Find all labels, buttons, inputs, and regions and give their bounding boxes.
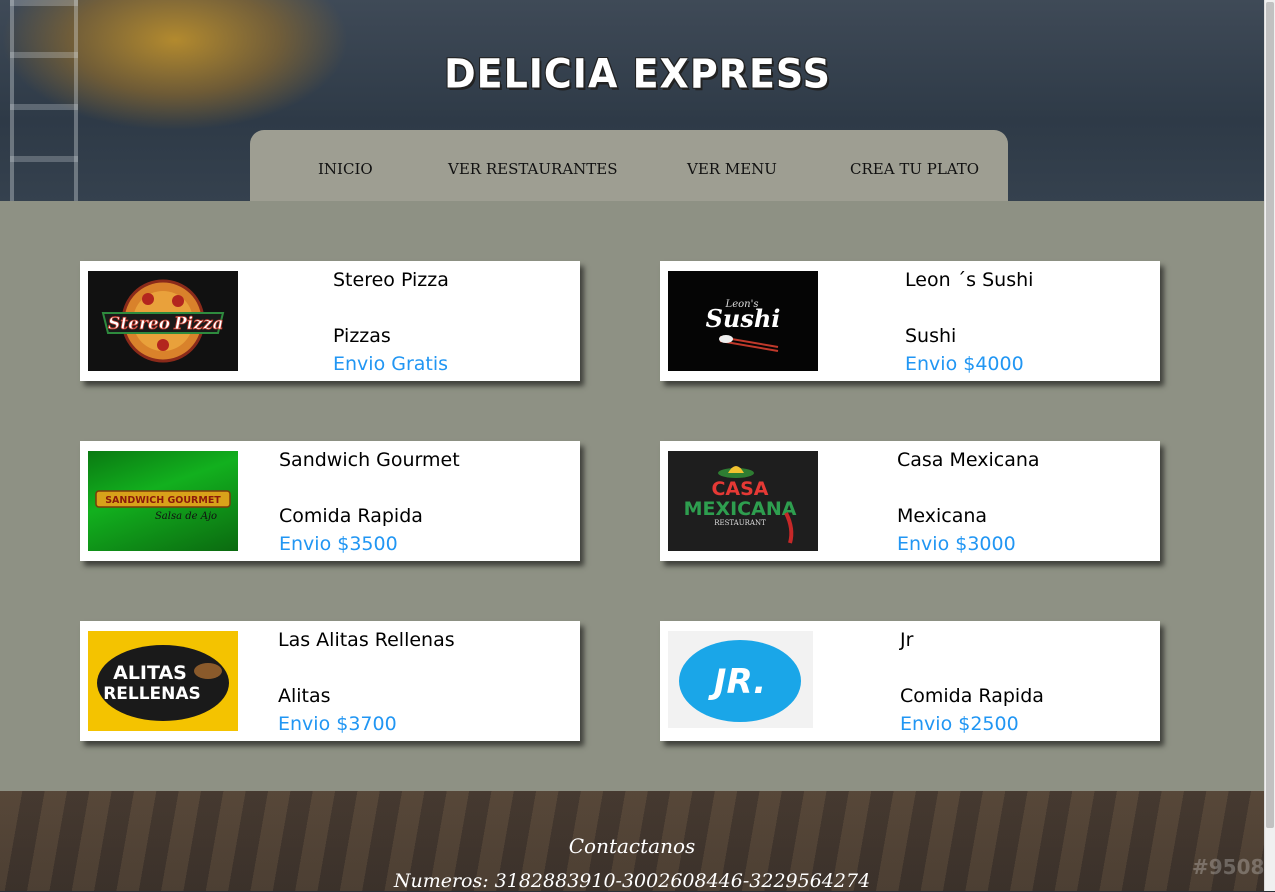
restaurant-card-leons-sushi[interactable]: Leon's Sushi Leon ´s Sushi Sushi Envio $… bbox=[660, 261, 1160, 381]
shipping-cost: Envio $3700 bbox=[278, 713, 397, 735]
casa-mexicana-logo: CASA MEXICANA RESTAURANT bbox=[668, 451, 818, 551]
svg-text:Sushi: Sushi bbox=[706, 304, 781, 333]
restaurant-card-casa-mexicana[interactable]: CASA MEXICANA RESTAURANT Casa Mexicana M… bbox=[660, 441, 1160, 561]
scrollbar-thumb[interactable] bbox=[1266, 2, 1274, 828]
restaurant-category: Sushi bbox=[905, 325, 957, 347]
nav-item-inicio[interactable]: INICIO bbox=[318, 160, 373, 178]
svg-text:CASA: CASA bbox=[711, 478, 768, 500]
svg-text:RESTAURANT: RESTAURANT bbox=[714, 519, 766, 527]
restaurant-name: Stereo Pizza bbox=[333, 269, 449, 291]
restaurant-category: Comida Rapida bbox=[900, 685, 1044, 707]
restaurant-name: Leon ´s Sushi bbox=[905, 269, 1034, 291]
shipping-cost: Envio Gratis bbox=[333, 353, 449, 375]
main-nav: INICIO VER RESTAURANTES VER MENU CREA TU… bbox=[250, 130, 1008, 201]
jr-logo: JR. bbox=[668, 631, 813, 728]
svg-text:SANDWICH GOURMET: SANDWICH GOURMET bbox=[105, 495, 221, 506]
restaurant-category: Pizzas bbox=[333, 325, 391, 347]
restaurant-category: Alitas bbox=[278, 685, 331, 707]
leons-sushi-logo: Leon's Sushi bbox=[668, 271, 818, 371]
restaurant-name: Las Alitas Rellenas bbox=[278, 629, 455, 651]
svg-text:Salsa de Ajo: Salsa de Ajo bbox=[155, 511, 217, 522]
shipping-cost: Envio $2500 bbox=[900, 713, 1019, 735]
restaurant-card-stereo-pizza[interactable]: Stereo Pizza Stereo Pizza Pizzas Envio G… bbox=[80, 261, 580, 381]
watermark: #9508 bbox=[1192, 855, 1265, 879]
restaurant-card-jr[interactable]: JR. Jr Comida Rapida Envio $2500 bbox=[660, 621, 1160, 741]
svg-text:JR.: JR. bbox=[708, 662, 766, 702]
restaurant-category: Comida Rapida bbox=[279, 505, 423, 527]
restaurant-name: Sandwich Gourmet bbox=[279, 449, 460, 471]
svg-text:ALITAS: ALITAS bbox=[113, 662, 187, 684]
restaurant-list: Stereo Pizza Stereo Pizza Pizzas Envio G… bbox=[0, 201, 1264, 791]
svg-text:Stereo: Stereo bbox=[108, 314, 170, 334]
restaurant-category: Mexicana bbox=[897, 505, 988, 527]
alitas-rellenas-logo: ALITAS RELLENAS bbox=[88, 631, 238, 731]
site-title: DELICIA EXPRESS bbox=[444, 50, 831, 98]
svg-text:MEXICANA: MEXICANA bbox=[684, 498, 797, 520]
svg-text:RELLENAS: RELLENAS bbox=[103, 684, 201, 704]
restaurant-card-las-alitas-rellenas[interactable]: ALITAS RELLENAS Las Alitas Rellenas Alit… bbox=[80, 621, 580, 741]
restaurant-card-sandwich-gourmet[interactable]: SANDWICH GOURMET Salsa de Ajo Sandwich G… bbox=[80, 441, 580, 561]
svg-text:Pizza: Pizza bbox=[173, 314, 224, 334]
nav-item-ver-menu[interactable]: VER MENU bbox=[687, 160, 777, 178]
footer-phone-numbers: Numeros: 3182883910-3002608446-322956427… bbox=[393, 870, 871, 892]
restaurant-name: Casa Mexicana bbox=[897, 449, 1040, 471]
nav-item-crea-tu-plato[interactable]: CREA TU PLATO bbox=[850, 160, 979, 178]
shipping-cost: Envio $3000 bbox=[897, 533, 1016, 555]
shipping-cost: Envio $4000 bbox=[905, 353, 1024, 375]
shipping-cost: Envio $3500 bbox=[279, 533, 398, 555]
restaurant-name: Jr bbox=[900, 629, 914, 651]
footer-title: Contactanos bbox=[568, 834, 696, 858]
stereo-pizza-logo: Stereo Pizza bbox=[88, 271, 238, 371]
sandwich-gourmet-logo: SANDWICH GOURMET Salsa de Ajo bbox=[88, 451, 238, 551]
nav-item-ver-restaurantes[interactable]: VER RESTAURANTES bbox=[448, 160, 618, 178]
